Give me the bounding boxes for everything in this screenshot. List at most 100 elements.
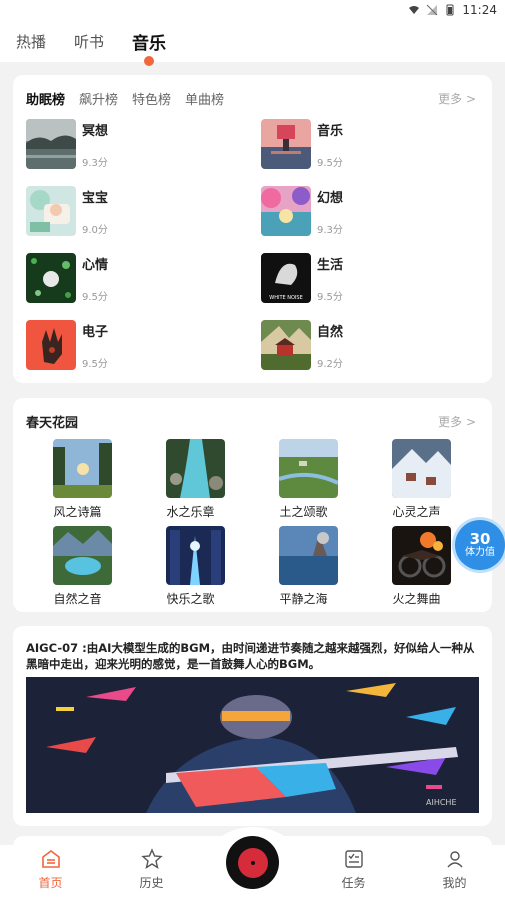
ranking-thumbnail bbox=[26, 253, 76, 303]
garden-item-happy[interactable]: 快乐之歌 bbox=[166, 526, 279, 607]
garden-item-name: 火之舞曲 bbox=[392, 592, 441, 606]
ranking-item-electronic[interactable]: 电子 9.5分 bbox=[26, 320, 261, 370]
ranking-item-baby[interactable]: 宝宝 9.0分 bbox=[26, 186, 261, 236]
ranking-item-title: 冥想 bbox=[82, 124, 109, 139]
ranking-item-score: 9.5分 bbox=[82, 292, 108, 303]
ranking-item-title: 生活 bbox=[317, 258, 344, 273]
ranking-item-fantasy[interactable]: 幻想 9.3分 bbox=[261, 186, 479, 236]
disc-hole bbox=[250, 860, 255, 865]
aigc-description: AIGC-07 :由AI大模型生成的BGM，由时间递进节奏随之越来越强烈，好似给… bbox=[26, 641, 475, 671]
nav-tasks-label: 任务 bbox=[341, 876, 366, 890]
ranking-item-meditation[interactable]: 冥想 9.3分 bbox=[26, 119, 261, 169]
home-icon bbox=[41, 850, 60, 868]
ranking-item-life[interactable]: WHITE NOISE 生活 9.5分 bbox=[261, 253, 479, 303]
tab-music[interactable]: 音乐 bbox=[132, 29, 167, 66]
ranking-tab-rising[interactable]: 飙升榜 bbox=[79, 89, 118, 108]
ranking-item-title: 幻想 bbox=[317, 191, 344, 206]
nav-history[interactable]: 历史 bbox=[122, 848, 182, 891]
no-signal-icon bbox=[427, 4, 438, 16]
tab-music-label: 音乐 bbox=[132, 33, 167, 54]
garden-thumbnail bbox=[166, 439, 225, 498]
music-disc-button[interactable] bbox=[226, 836, 279, 889]
ranking-card: 助眠榜 飙升榜 特色榜 单曲榜 更多 > 冥想 9.3分 音乐 9.5分 宝宝 … bbox=[13, 75, 492, 383]
task-icon bbox=[344, 850, 363, 868]
active-tab-indicator bbox=[144, 55, 155, 66]
ranking-item-mood[interactable]: 心情 9.5分 bbox=[26, 253, 261, 303]
ranking-item-title: 心情 bbox=[82, 258, 109, 273]
ranking-tabs: 助眠榜 飙升榜 特色榜 单曲榜 bbox=[26, 89, 224, 108]
cover-caption: AIHCHE bbox=[426, 798, 457, 807]
garden-item-soul[interactable]: 心灵之声 bbox=[392, 439, 505, 520]
section-title: 春天花园 bbox=[26, 416, 79, 431]
garden-thumbnail bbox=[53, 526, 112, 585]
garden-thumbnail bbox=[279, 526, 338, 585]
ranking-tab-featured[interactable]: 特色榜 bbox=[132, 89, 171, 108]
garden-item-name: 平静之海 bbox=[279, 592, 328, 606]
spring-garden-card: 春天花园 更多 > 风之诗篇 水之乐章 土之颂歌 心灵之声 自然之音 快乐之歌 bbox=[13, 398, 492, 612]
status-bar: 11:24 bbox=[0, 0, 505, 20]
ranking-thumbnail bbox=[261, 186, 311, 236]
garden-item-name: 土之颂歌 bbox=[279, 505, 328, 519]
ranking-item-score: 9.5分 bbox=[82, 359, 108, 370]
wifi-icon bbox=[409, 6, 420, 14]
ranking-item-score: 9.5分 bbox=[317, 158, 343, 169]
stamina-label: 体力值 bbox=[465, 547, 495, 558]
nav-profile[interactable]: 我的 bbox=[425, 848, 485, 891]
garden-item-nature-sound[interactable]: 自然之音 bbox=[53, 526, 166, 607]
nav-home[interactable]: 首页 bbox=[21, 848, 81, 891]
stamina-badge[interactable]: 30 体力值 bbox=[455, 520, 505, 570]
ranking-thumbnail bbox=[26, 186, 76, 236]
garden-thumbnail bbox=[279, 439, 338, 498]
ranking-grid: 冥想 9.3分 音乐 9.5分 宝宝 9.0分 幻想 9.3分 心情 9.5分 … bbox=[26, 119, 479, 370]
garden-item-name: 水之乐章 bbox=[166, 505, 215, 519]
ranking-thumbnail bbox=[26, 119, 76, 169]
nav-history-label: 历史 bbox=[139, 876, 164, 890]
ranking-item-title: 音乐 bbox=[317, 124, 344, 139]
garden-item-name: 自然之音 bbox=[53, 592, 102, 606]
garden-item-water[interactable]: 水之乐章 bbox=[166, 439, 279, 520]
garden-more-link[interactable]: 更多 > bbox=[438, 413, 476, 430]
ranking-item-title: 自然 bbox=[317, 325, 344, 340]
status-time: 11:24 bbox=[462, 3, 497, 17]
garden-thumbnail bbox=[53, 439, 112, 498]
garden-item-earth[interactable]: 土之颂歌 bbox=[279, 439, 392, 520]
ranking-tab-sleep[interactable]: 助眠榜 bbox=[26, 89, 65, 108]
garden-item-calm-sea[interactable]: 平静之海 bbox=[279, 526, 392, 607]
ranking-thumbnail bbox=[261, 320, 311, 370]
garden-thumbnail bbox=[392, 439, 451, 498]
ranking-item-score: 9.5分 bbox=[317, 292, 343, 303]
ranking-tab-singles[interactable]: 单曲榜 bbox=[185, 89, 224, 108]
nav-profile-label: 我的 bbox=[442, 876, 467, 890]
garden-item-name: 风之诗篇 bbox=[53, 505, 102, 519]
tab-hot[interactable]: 热播 bbox=[16, 31, 46, 52]
disc-label-icon bbox=[237, 847, 268, 878]
garden-item-wind[interactable]: 风之诗篇 bbox=[53, 439, 166, 520]
ranking-item-title: 宝宝 bbox=[82, 191, 109, 206]
garden-grid: 风之诗篇 水之乐章 土之颂歌 心灵之声 自然之音 快乐之歌 平静之海 火之舞曲 bbox=[53, 439, 505, 607]
ranking-item-nature[interactable]: 自然 9.2分 bbox=[261, 320, 479, 370]
garden-thumbnail bbox=[392, 526, 451, 585]
aigc-cover-image: AIHCHE bbox=[26, 677, 479, 813]
ranking-thumbnail: WHITE NOISE bbox=[261, 253, 311, 303]
star-icon bbox=[140, 848, 163, 870]
ranking-item-score: 9.2分 bbox=[317, 359, 343, 370]
ranking-item-score: 9.0分 bbox=[82, 225, 108, 236]
top-tab-bar: 热播 听书 音乐 bbox=[0, 20, 505, 66]
ranking-more-link[interactable]: 更多 > bbox=[438, 90, 476, 107]
nav-tasks[interactable]: 任务 bbox=[324, 848, 384, 891]
white-noise-caption: WHITE NOISE bbox=[269, 295, 302, 301]
garden-thumbnail bbox=[166, 526, 225, 585]
tab-audiobook[interactable]: 听书 bbox=[74, 31, 104, 52]
battery-icon bbox=[446, 4, 454, 16]
ranking-item-music[interactable]: 音乐 9.5分 bbox=[261, 119, 479, 169]
ranking-item-score: 9.3分 bbox=[82, 158, 108, 169]
user-icon bbox=[446, 851, 463, 868]
nav-home-label: 首页 bbox=[38, 876, 63, 890]
ranking-thumbnail bbox=[261, 119, 311, 169]
aigc-card[interactable]: AIGC-07 :由AI大模型生成的BGM，由时间递进节奏随之越来越强烈，好似给… bbox=[13, 626, 492, 826]
ranking-item-title: 电子 bbox=[82, 325, 109, 340]
garden-item-name: 心灵之声 bbox=[392, 505, 441, 519]
garden-item-name: 快乐之歌 bbox=[166, 592, 215, 606]
stamina-value: 30 bbox=[469, 530, 491, 548]
ranking-thumbnail bbox=[26, 320, 76, 370]
